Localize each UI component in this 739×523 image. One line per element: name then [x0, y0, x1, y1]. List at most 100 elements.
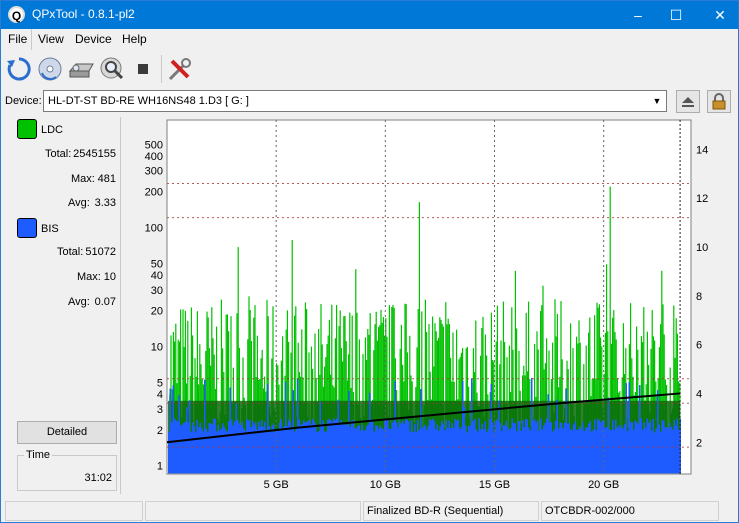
- bis-bar: [481, 423, 483, 474]
- bis-bar: [363, 430, 365, 474]
- bis-bar: [349, 426, 351, 474]
- bis-bar: [318, 431, 320, 474]
- maximize-icon[interactable]: ☐: [653, 1, 699, 29]
- bis-bar: [426, 429, 428, 474]
- bis-bar: [172, 385, 174, 474]
- bis-bar: [637, 424, 639, 474]
- bis-bar: [505, 420, 507, 474]
- lock-icon: [712, 93, 726, 110]
- menu-device[interactable]: Device: [75, 32, 112, 46]
- bis-bar: [451, 423, 453, 474]
- ldc-max-label: Max:: [71, 173, 95, 185]
- bis-color-swatch: [17, 218, 37, 238]
- stop-icon[interactable]: [129, 55, 157, 83]
- time-label: Time: [24, 449, 53, 461]
- status-disc-type: Finalized BD-R (Sequential): [363, 501, 539, 521]
- bis-bar: [478, 418, 480, 474]
- bis-bar: [561, 423, 563, 474]
- bis-bar: [421, 428, 423, 474]
- bis-bar: [234, 421, 236, 474]
- eject-button[interactable]: [676, 90, 700, 113]
- bis-bar: [438, 430, 440, 474]
- bis-total-label: Total:: [57, 246, 84, 258]
- bis-bar: [391, 422, 393, 474]
- error-rate-chart: 1234510203040501002003004005002468101214…: [145, 119, 708, 491]
- bis-bar: [262, 426, 264, 474]
- bis-bar: [621, 424, 623, 474]
- bis-bar: [613, 429, 615, 474]
- scan-magnifier-icon[interactable]: [98, 55, 126, 83]
- device-bar: Device: HL-DT-ST BD-RE WH16NS48 1.D3 [ G…: [1, 88, 738, 114]
- bis-bar: [645, 427, 647, 474]
- ldc-avg-label: Avg:: [68, 197, 90, 209]
- menu-help[interactable]: Help: [122, 32, 147, 46]
- bis-bar: [397, 427, 399, 474]
- bis-bar: [495, 421, 497, 474]
- bis-bar: [625, 383, 627, 474]
- lock-button[interactable]: [707, 90, 731, 113]
- bis-bar: [565, 388, 567, 474]
- bis-bar: [591, 431, 593, 474]
- y-right-tick-label: 2: [696, 437, 702, 449]
- bis-bar: [660, 431, 662, 474]
- bis-bar: [226, 431, 228, 474]
- bis-bar: [541, 429, 543, 474]
- y-left-tick-label: 4: [157, 389, 163, 401]
- bis-bar: [562, 428, 564, 474]
- bis-bar: [543, 425, 545, 474]
- bis-bar: [528, 427, 530, 474]
- bis-bar: [583, 431, 585, 474]
- bis-bar: [309, 419, 311, 474]
- bis-bar: [676, 418, 678, 474]
- menu-view[interactable]: View: [38, 32, 64, 46]
- bis-bar: [310, 424, 312, 474]
- y-left-tick-label: 3: [157, 404, 163, 416]
- bis-bar: [615, 419, 617, 474]
- bis-bar: [183, 422, 185, 474]
- bis-bar: [222, 423, 224, 474]
- bis-bar: [546, 418, 548, 474]
- bis-bar: [198, 427, 200, 474]
- bis-bar: [576, 429, 578, 474]
- detailed-button[interactable]: Detailed: [17, 421, 117, 444]
- bis-bar: [414, 424, 416, 474]
- bis-bar: [553, 429, 555, 474]
- settings-tools-icon[interactable]: [166, 55, 194, 83]
- x-tick-label: 5 GB: [264, 479, 289, 491]
- bis-max-value: 10: [103, 271, 116, 283]
- chevron-down-icon[interactable]: ▼: [648, 91, 666, 111]
- bis-bar: [570, 429, 572, 474]
- bis-bar: [169, 388, 171, 474]
- device-select[interactable]: HL-DT-ST BD-RE WH16NS48 1.D3 [ G: ] ▼: [43, 90, 667, 112]
- bis-bar: [618, 425, 620, 474]
- bis-bar: [409, 431, 411, 474]
- bis-bar: [639, 385, 641, 474]
- refresh-icon[interactable]: [5, 55, 33, 83]
- chart-area: 1 2 3 4 5 10 20 30 40 50 100 200 300 400 500 2 4 6 8 10 12 14…: [131, 117, 731, 495]
- bis-bar: [604, 427, 606, 474]
- bis-bar: [595, 430, 597, 474]
- y-right-tick-label: 10: [696, 242, 708, 254]
- bis-bar: [358, 424, 360, 474]
- bis-bar: [588, 423, 590, 474]
- drive-icon[interactable]: [67, 55, 95, 83]
- bis-bar: [430, 420, 432, 474]
- bis-bar: [463, 407, 465, 474]
- bis-bar: [559, 422, 561, 474]
- bis-bar: [330, 420, 332, 474]
- bis-bar: [547, 394, 549, 474]
- bis-bar: [301, 424, 303, 474]
- bis-bar: [364, 430, 366, 474]
- bis-label: BIS: [41, 223, 59, 235]
- close-icon[interactable]: ✕: [697, 1, 739, 29]
- menu-file[interactable]: File: [8, 32, 27, 46]
- bis-bar: [504, 425, 506, 474]
- bis-bar: [468, 425, 470, 474]
- bis-bar: [328, 418, 330, 474]
- bis-bar: [577, 429, 579, 474]
- bis-bar: [516, 431, 518, 474]
- bis-bar: [370, 419, 372, 474]
- bis-bar: [619, 428, 621, 474]
- disc-info-icon[interactable]: [36, 55, 64, 83]
- bis-bar: [175, 420, 177, 474]
